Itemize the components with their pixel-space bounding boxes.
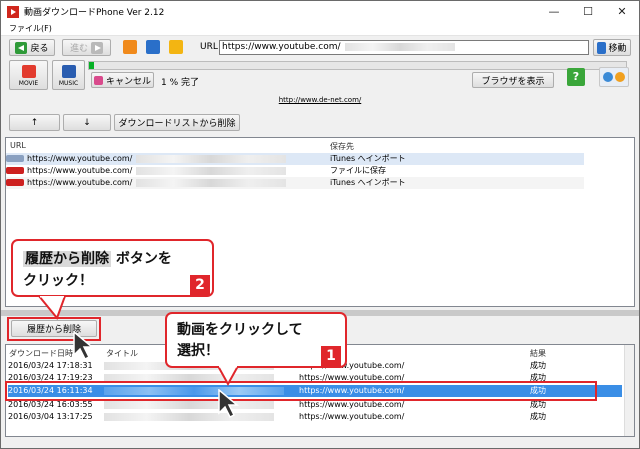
back-button[interactable]: 戻る bbox=[9, 39, 55, 56]
redacted-url bbox=[344, 42, 455, 51]
selected-row-highlight bbox=[5, 381, 597, 401]
title-bar: 動画ダウンロードPhone Ver 2.12 — ☐ ✕ bbox=[1, 1, 639, 22]
forward-arrow-icon bbox=[91, 41, 103, 54]
queue-row[interactable]: https://www.youtube.com/ iTunes へインポート bbox=[6, 153, 584, 165]
remove-from-list-button[interactable]: ダウンロードリストから削除 bbox=[114, 114, 240, 131]
music-icon bbox=[61, 65, 76, 78]
url-label: URL bbox=[200, 42, 218, 52]
minimize-button[interactable]: — bbox=[537, 1, 571, 22]
youtube-icon bbox=[6, 167, 24, 174]
callout-2-pointer bbox=[37, 296, 67, 320]
app-window: 動画ダウンロードPhone Ver 2.12 — ☐ ✕ ファイル(F) 戻る … bbox=[0, 0, 640, 449]
progress-text: 1 % 完了 bbox=[161, 78, 199, 88]
column-header-url[interactable]: URL bbox=[10, 141, 26, 150]
app-icon bbox=[7, 5, 19, 18]
column-header-destination[interactable]: 保存先 bbox=[330, 141, 354, 152]
column-header-date[interactable]: ダウンロード日時 bbox=[9, 348, 73, 359]
move-down-button[interactable]: ↓ bbox=[63, 114, 111, 131]
website-link[interactable]: http://www.de-net.com/ bbox=[1, 96, 639, 104]
youtube-icon bbox=[6, 179, 24, 186]
menu-bar: ファイル(F) bbox=[1, 22, 639, 36]
move-button[interactable]: 移動 bbox=[593, 39, 631, 56]
window-title: 動画ダウンロードPhone Ver 2.12 bbox=[24, 8, 165, 18]
music-button[interactable]: MUSIC bbox=[52, 60, 85, 90]
movie-button[interactable]: MOVIE bbox=[9, 60, 48, 90]
url-input[interactable]: https://www.youtube.com/ bbox=[219, 40, 589, 55]
cancel-button[interactable]: キャンセル bbox=[91, 72, 154, 88]
download-progress-bar bbox=[88, 61, 627, 70]
column-header-title[interactable]: タイトル bbox=[106, 348, 138, 359]
help-icon[interactable]: ? bbox=[567, 68, 585, 86]
move-up-button[interactable]: ↑ bbox=[9, 114, 60, 131]
maximize-button[interactable]: ☐ bbox=[571, 1, 605, 22]
callout-step-1: 動画をクリックして 選択！ bbox=[165, 312, 347, 368]
forward-button[interactable]: 進む bbox=[62, 39, 111, 56]
refresh-icon[interactable] bbox=[146, 40, 160, 54]
close-button[interactable]: ✕ bbox=[605, 1, 639, 22]
home-icon[interactable] bbox=[169, 40, 183, 54]
history-row[interactable]: 2016/03/04 13:17:25 https://www.youtube.… bbox=[8, 411, 622, 423]
callout-1-pointer bbox=[216, 366, 240, 387]
movie-icon bbox=[21, 65, 36, 78]
cursor-icon bbox=[73, 331, 95, 361]
history-scrollbar[interactable] bbox=[624, 345, 634, 436]
cursor-icon bbox=[218, 389, 240, 419]
stop-icon[interactable] bbox=[123, 40, 137, 54]
queue-row[interactable]: https://www.youtube.com/ ファイルに保存 bbox=[6, 165, 584, 177]
progress-fill bbox=[89, 62, 95, 69]
back-arrow-icon bbox=[15, 41, 28, 54]
qa-icon[interactable] bbox=[599, 67, 629, 87]
queue-row[interactable]: https://www.youtube.com/ iTunes へインポート bbox=[6, 177, 584, 189]
show-browser-button[interactable]: ブラウザを表示 bbox=[472, 72, 554, 88]
youtube-icon bbox=[6, 155, 24, 162]
menu-file[interactable]: ファイル(F) bbox=[9, 24, 52, 33]
callout-step-2: 履歴から削除 ボタンを クリック！ bbox=[11, 239, 214, 297]
go-icon bbox=[597, 41, 607, 54]
step-2-badge: 2 bbox=[190, 275, 210, 295]
step-1-badge: 1 bbox=[321, 346, 341, 366]
cancel-icon bbox=[93, 75, 103, 85]
column-header-result[interactable]: 結果 bbox=[530, 348, 546, 359]
